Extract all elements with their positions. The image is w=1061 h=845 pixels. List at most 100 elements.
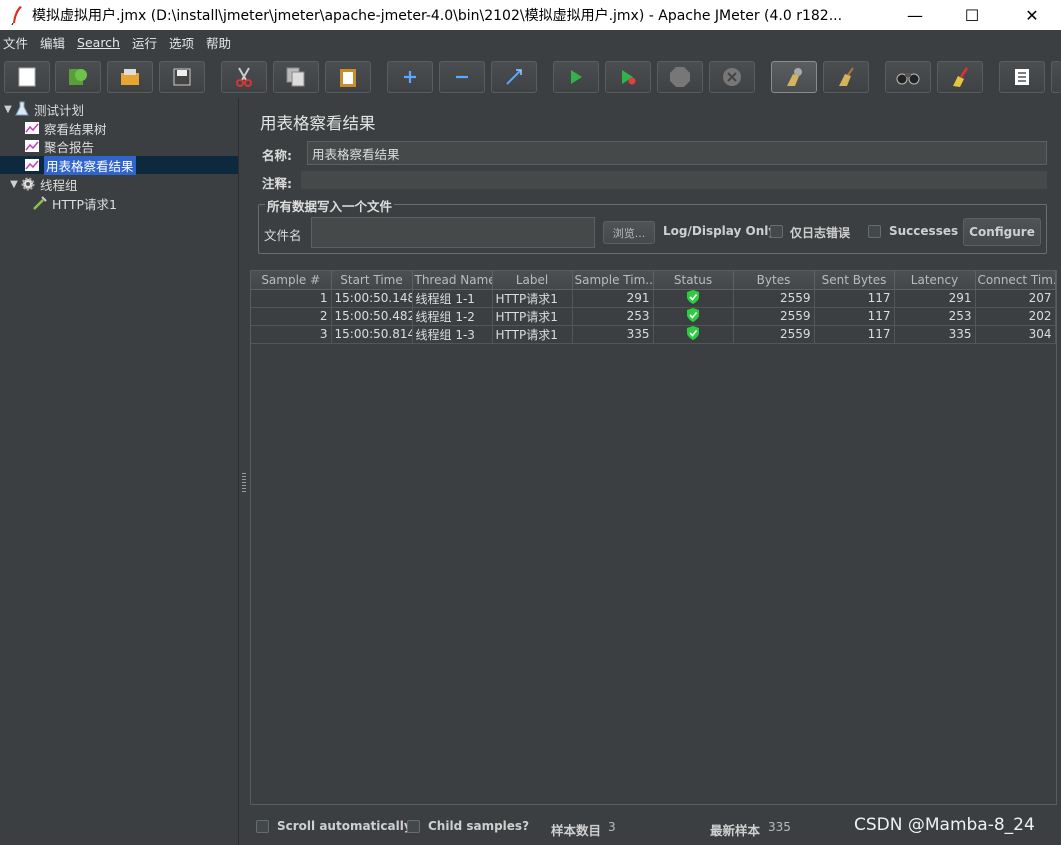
cell-sample-time: 253 <box>572 307 654 326</box>
child-samples-label: Child samples? <box>428 819 530 833</box>
cell-sample-time: 335 <box>572 325 654 344</box>
menu-search[interactable]: Search <box>77 35 120 50</box>
tree-item-aggregate-report[interactable]: 聚合报告 <box>24 137 94 155</box>
scroll-automatically-label: Scroll automatically? <box>277 819 419 833</box>
tree-item-label: 用表格察看结果 <box>44 155 136 175</box>
menu-run[interactable]: 运行 <box>132 33 157 52</box>
broom-icon <box>839 67 854 86</box>
child-samples-checkbox[interactable] <box>407 820 420 833</box>
jmeter-feather-icon <box>6 4 28 26</box>
table-row[interactable]: 1 15:00:50.148 线程组 1-1 HTTP请求1 291 2559 … <box>251 289 1056 308</box>
paste-button[interactable] <box>325 61 371 93</box>
cell-latency: 253 <box>894 307 976 326</box>
tree-item-view-results-tree[interactable]: 察看结果树 <box>24 119 107 137</box>
latest-sample-value: 335 <box>768 820 791 834</box>
expand-button[interactable] <box>387 61 433 93</box>
menu-bar: 文件 编辑 Search 运行 选项 帮助 <box>0 30 1061 54</box>
menu-file[interactable]: 文件 <box>3 33 28 52</box>
clear-all-button[interactable] <box>823 61 869 93</box>
expand-arrow-icon[interactable]: ▼ <box>2 104 14 115</box>
table-row[interactable]: 2 15:00:50.482 线程组 1-2 HTTP请求1 253 2559 … <box>251 307 1056 326</box>
scroll-automatically-checkbox[interactable] <box>256 820 269 833</box>
templates-button[interactable] <box>55 61 101 93</box>
minimize-button[interactable]: — <box>892 0 938 30</box>
sample-count-value: 3 <box>608 820 616 834</box>
column-header[interactable]: Latency <box>894 271 976 290</box>
open-button[interactable] <box>107 61 153 93</box>
cell-latency: 291 <box>894 289 976 308</box>
open-icon <box>121 69 139 85</box>
new-file-icon <box>18 67 36 87</box>
close-button[interactable]: ✕ <box>1009 0 1055 30</box>
cell-connect-time: 202 <box>975 307 1056 326</box>
column-header[interactable]: Bytes <box>733 271 815 290</box>
stop-button[interactable] <box>657 61 703 93</box>
plus-icon <box>404 71 416 83</box>
name-input[interactable]: 用表格察看结果 <box>307 141 1047 165</box>
save-button[interactable] <box>159 61 205 93</box>
tree-item-test-plan[interactable]: ▼ 测试计划 <box>2 100 84 118</box>
column-header[interactable]: Start Time <box>331 271 413 290</box>
write-to-file-section: 所有数据写入一个文件 文件名 浏览... Log/Display Only: 仅… <box>258 196 1047 254</box>
tree-item-view-results-in-table[interactable]: 用表格察看结果 <box>0 155 238 175</box>
column-header[interactable]: Sample # <box>251 271 332 290</box>
cell-sample-time: 291 <box>572 289 654 308</box>
toolbar-overflow[interactable] <box>1051 61 1061 93</box>
tree-item-thread-group[interactable]: ▼ 线程组 <box>8 175 78 193</box>
menu-options[interactable]: 选项 <box>169 33 194 52</box>
function-helper-button[interactable] <box>999 61 1045 93</box>
toolbar <box>0 56 1061 98</box>
table-row[interactable]: 3 15:00:50.814 线程组 1-3 HTTP请求1 335 2559 … <box>251 325 1056 344</box>
clear-button[interactable] <box>771 61 817 93</box>
cut-button[interactable] <box>221 61 267 93</box>
errors-only-label: 仅日志错误 <box>790 226 851 240</box>
browse-button[interactable]: 浏览... <box>603 221 655 244</box>
column-header[interactable]: Connect Tim... <box>975 271 1056 290</box>
toggle-button[interactable] <box>491 61 537 93</box>
menu-help[interactable]: 帮助 <box>206 33 231 52</box>
copy-button[interactable] <box>273 61 319 93</box>
column-header[interactable]: Thread Name <box>412 271 493 290</box>
window-title: 模拟虚拟用户.jmx (D:\install\jmeter\jmeter\apa… <box>32 8 843 24</box>
reset-search-button[interactable] <box>937 61 983 93</box>
start-no-pauses-button[interactable] <box>605 61 651 93</box>
new-button[interactable] <box>4 61 50 93</box>
minus-icon <box>456 75 468 79</box>
successes-label: Successes <box>889 224 959 238</box>
filename-input[interactable] <box>311 217 595 248</box>
divider-grip-icon[interactable] <box>242 473 246 493</box>
menu-edit[interactable]: 编辑 <box>40 33 65 52</box>
shutdown-button[interactable] <box>709 61 755 93</box>
stop-icon <box>670 67 690 87</box>
success-shield-icon <box>687 289 699 304</box>
cell-bytes: 2559 <box>733 289 815 308</box>
cell-connect-time: 304 <box>975 325 1056 344</box>
watermark: CSDN @Mamba-8_24 <box>854 815 1035 835</box>
split-pane-divider[interactable] <box>238 98 248 845</box>
cell-thread-name: 线程组 1-3 <box>412 325 493 344</box>
templates-icon <box>69 69 87 85</box>
comment-input[interactable] <box>301 171 1047 189</box>
start-button[interactable] <box>553 61 599 93</box>
column-header[interactable]: Sent Bytes <box>814 271 895 290</box>
tree-item-http-request[interactable]: HTTP请求1 <box>32 194 117 212</box>
cell-thread-name: 线程组 1-1 <box>412 289 493 308</box>
configure-button[interactable]: Configure <box>963 218 1041 246</box>
cell-label: HTTP请求1 <box>492 289 573 308</box>
expand-arrow-icon[interactable]: ▼ <box>8 179 20 190</box>
flask-icon <box>14 101 30 117</box>
results-table[interactable]: Sample # Start Time Thread Name Label Sa… <box>250 270 1057 805</box>
latest-sample-label: 最新样本 <box>710 823 761 838</box>
collapse-button[interactable] <box>439 61 485 93</box>
errors-only-checkbox[interactable] <box>770 225 783 238</box>
column-header[interactable]: Label <box>492 271 573 290</box>
title-bar: 模拟虚拟用户.jmx (D:\install\jmeter\jmeter\apa… <box>0 0 1061 30</box>
successes-checkbox[interactable] <box>868 225 881 238</box>
column-header[interactable]: Status <box>653 271 734 290</box>
maximize-button[interactable]: ☐ <box>949 0 995 30</box>
play-no-pause-icon <box>622 70 636 85</box>
column-header[interactable]: Sample Tim... <box>572 271 654 290</box>
tree-item-label: HTTP请求1 <box>52 196 117 212</box>
success-shield-icon <box>687 325 699 340</box>
search-button[interactable] <box>885 61 931 93</box>
